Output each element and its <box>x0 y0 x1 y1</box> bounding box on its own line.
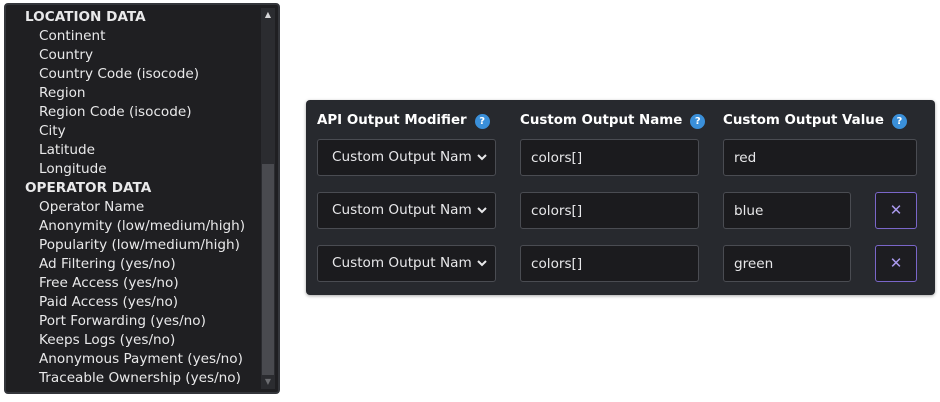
help-icon[interactable]: ? <box>690 113 706 129</box>
remove-row-button[interactable]: ✕ <box>875 245 917 282</box>
modifier-select[interactable]: Custom Output Name <box>317 245 496 282</box>
option-keeps-logs[interactable]: Keeps Logs (yes/no) <box>6 331 260 350</box>
modifier-select-value: Custom Output Name <box>332 202 472 218</box>
header-api-output-modifier-label: API Output Modifier <box>317 113 467 128</box>
modifier-select-value: Custom Output Name <box>332 149 472 165</box>
custom-output-value-input[interactable] <box>723 192 851 229</box>
optgroup-operator-data: OPERATOR DATA <box>25 180 152 196</box>
option-port-forwarding[interactable]: Port Forwarding (yes/no) <box>6 312 260 331</box>
header-api-output-modifier: API Output Modifier? <box>317 112 490 130</box>
optgroup-location-data: LOCATION DATA <box>25 9 146 25</box>
option-traceable-ownership[interactable]: Traceable Ownership (yes/no) <box>6 369 260 388</box>
option-longitude[interactable]: Longitude <box>6 160 260 179</box>
option-anonymous-payment[interactable]: Anonymous Payment (yes/no) <box>6 350 260 369</box>
scroll-up-arrow-icon[interactable]: ▲ <box>261 8 275 22</box>
option-region-code[interactable]: Region Code (isocode) <box>6 103 260 122</box>
close-icon: ✕ <box>889 254 903 272</box>
custom-output-name-input[interactable] <box>520 245 699 282</box>
header-custom-output-name: Custom Output Name? <box>520 112 706 130</box>
option-city[interactable]: City <box>6 122 260 141</box>
modifier-select[interactable]: Custom Output Name <box>317 139 496 176</box>
header-custom-output-value-label: Custom Output Value <box>723 113 884 128</box>
output-field-listbox[interactable]: LOCATION DATA Continent Country Country … <box>4 3 280 394</box>
modifier-select[interactable]: Custom Output Name <box>317 192 496 229</box>
option-operator-name[interactable]: Operator Name <box>6 198 260 217</box>
option-region[interactable]: Region <box>6 84 260 103</box>
option-continent[interactable]: Continent <box>6 27 260 46</box>
remove-row-button[interactable]: ✕ <box>875 192 917 229</box>
help-icon[interactable]: ? <box>891 113 907 129</box>
option-country-code[interactable]: Country Code (isocode) <box>6 65 260 84</box>
chevron-down-icon <box>477 260 487 267</box>
scroll-down-arrow-icon[interactable]: ▼ <box>261 375 275 389</box>
chevron-down-icon <box>477 154 487 161</box>
option-free-access[interactable]: Free Access (yes/no) <box>6 274 260 293</box>
listbox-options: LOCATION DATA Continent Country Country … <box>6 8 260 388</box>
listbox-scrollbar[interactable]: ▲ ▼ <box>261 8 275 389</box>
custom-output-name-input[interactable] <box>520 139 699 176</box>
custom-output-name-input[interactable] <box>520 192 699 229</box>
modifier-select-value: Custom Output Name <box>332 255 472 271</box>
custom-output-value-input[interactable] <box>723 139 917 176</box>
help-icon[interactable]: ? <box>474 113 490 129</box>
custom-output-value-input[interactable] <box>723 245 851 282</box>
custom-output-panel: API Output Modifier? Custom Output Name?… <box>306 100 935 295</box>
option-anonymity[interactable]: Anonymity (low/medium/high) <box>6 217 260 236</box>
option-ad-filtering[interactable]: Ad Filtering (yes/no) <box>6 255 260 274</box>
option-latitude[interactable]: Latitude <box>6 141 260 160</box>
option-country[interactable]: Country <box>6 46 260 65</box>
header-custom-output-value: Custom Output Value? <box>723 112 907 130</box>
option-paid-access[interactable]: Paid Access (yes/no) <box>6 293 260 312</box>
scrollbar-thumb[interactable] <box>262 164 274 375</box>
close-icon: ✕ <box>889 201 903 219</box>
chevron-down-icon <box>477 207 487 214</box>
option-popularity[interactable]: Popularity (low/medium/high) <box>6 236 260 255</box>
header-custom-output-name-label: Custom Output Name <box>520 113 683 128</box>
